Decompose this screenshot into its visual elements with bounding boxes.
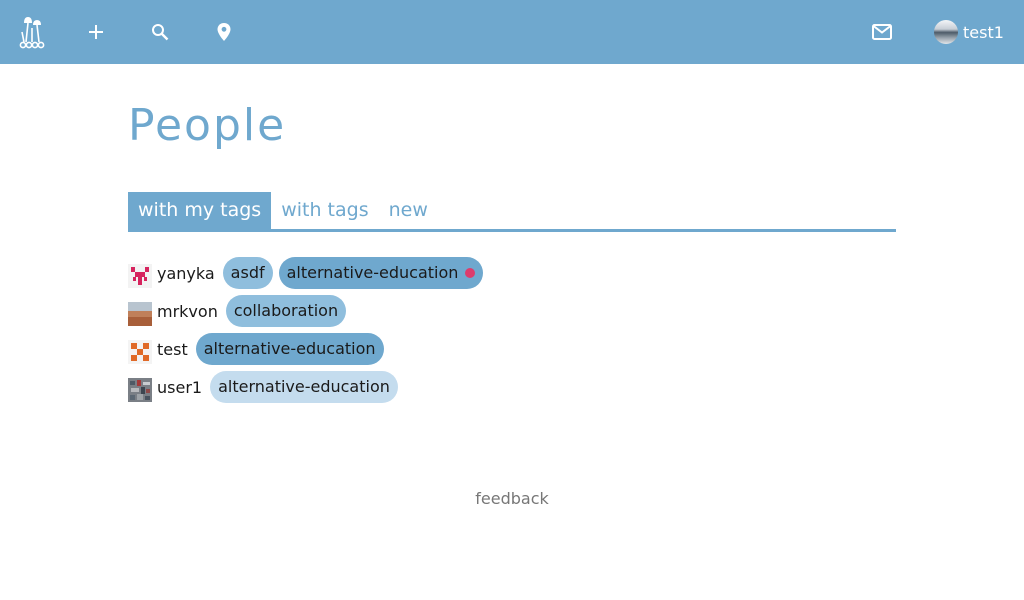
map-pin-icon xyxy=(217,23,231,41)
page-title: People xyxy=(128,100,287,151)
list-item: user1 alternative-education xyxy=(128,368,896,406)
tag-alternative-education[interactable]: alternative-education xyxy=(278,257,484,289)
map-button[interactable] xyxy=(208,0,240,64)
mail-icon xyxy=(872,24,892,40)
tab-with-tags[interactable]: with tags xyxy=(271,192,378,229)
tag-label: alternative-education xyxy=(218,377,390,396)
search-button[interactable] xyxy=(144,0,176,64)
messages-button[interactable] xyxy=(866,0,898,64)
tag-label: alternative-education xyxy=(286,263,459,282)
person-name[interactable]: mrkvon xyxy=(157,302,218,321)
people-tabs: with my tags with tags new xyxy=(128,192,896,232)
top-navbar: test1 xyxy=(0,0,1024,64)
search-icon xyxy=(152,24,169,41)
avatar[interactable] xyxy=(128,302,152,326)
home-logo-link[interactable] xyxy=(14,0,50,64)
tab-new[interactable]: new xyxy=(379,192,438,229)
person-name[interactable]: yanyka xyxy=(157,264,215,283)
person-name[interactable]: test xyxy=(157,340,188,359)
tag-alternative-education[interactable]: alternative-education xyxy=(195,333,384,365)
tag-label: asdf xyxy=(230,263,265,282)
feedback-link[interactable]: feedback xyxy=(0,489,1024,508)
plus-icon xyxy=(89,25,103,39)
person-name[interactable]: user1 xyxy=(157,378,202,397)
add-button[interactable] xyxy=(80,0,112,64)
avatar[interactable] xyxy=(128,378,152,402)
tag-collaboration[interactable]: collaboration xyxy=(225,295,347,327)
avatar[interactable] xyxy=(128,264,152,288)
list-item: yanyka asdf alternative-education xyxy=(128,254,896,292)
list-item: mrkvon collaboration xyxy=(128,292,896,330)
tag-alternative-education[interactable]: alternative-education xyxy=(210,371,398,403)
notification-dot xyxy=(465,268,476,278)
people-list: yanyka asdf alternative-education mrkvon… xyxy=(128,254,896,406)
mushrooms-logo-icon xyxy=(19,17,45,49)
tag-label: collaboration xyxy=(233,301,339,320)
tag-label: alternative-education xyxy=(203,339,376,358)
tab-with-my-tags[interactable]: with my tags xyxy=(128,192,272,229)
list-item: test alternative-education xyxy=(128,330,896,368)
username-label: test1 xyxy=(963,22,1004,42)
avatar[interactable] xyxy=(128,340,152,364)
user-avatar xyxy=(934,20,958,44)
tag-asdf[interactable]: asdf xyxy=(222,257,273,289)
user-menu[interactable]: test1 xyxy=(934,0,1004,64)
